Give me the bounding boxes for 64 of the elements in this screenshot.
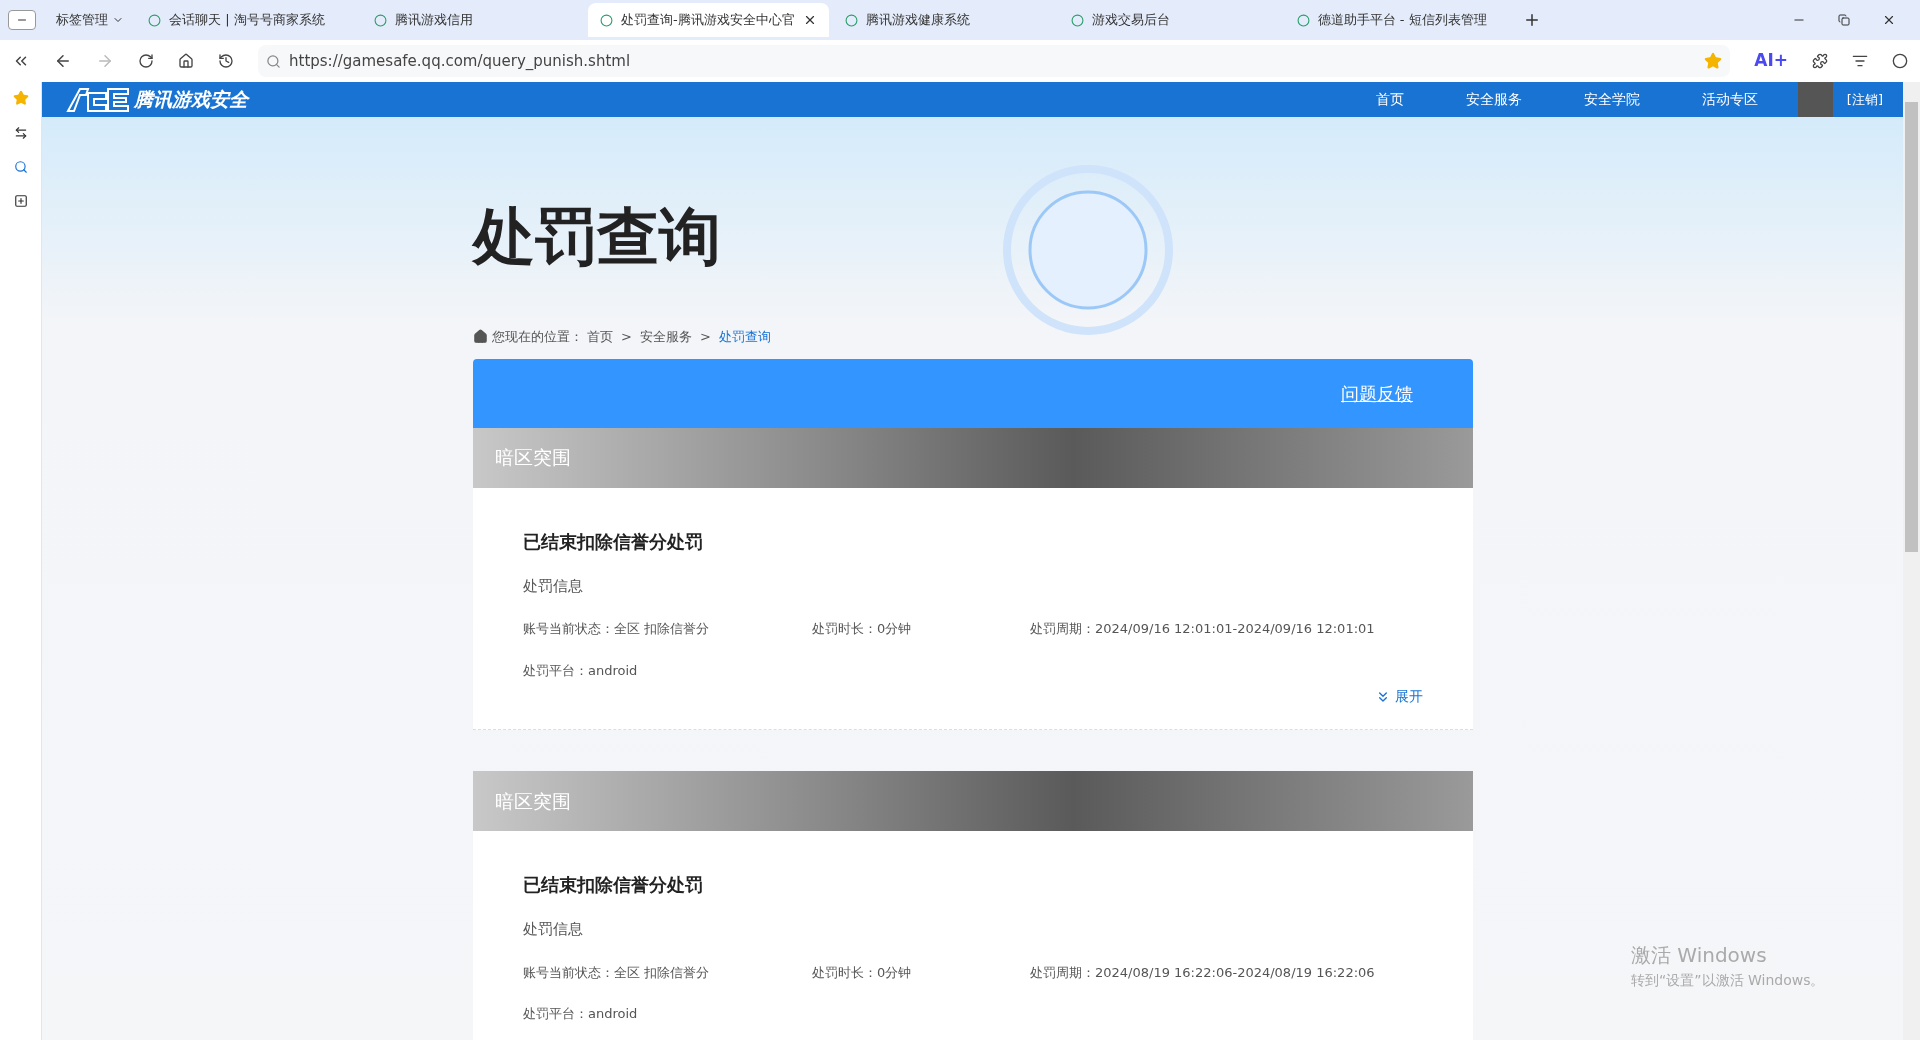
site-favicon [148,13,161,27]
back-icon[interactable] [54,52,72,70]
activation-subtitle: 转到“设置”以激活 Windows。 [1631,971,1825,990]
duration-text: 处罚时长：0分钟 [812,963,913,982]
breadcrumb-link[interactable]: 首页 [587,327,613,347]
close-icon[interactable] [1882,13,1896,27]
nav-link[interactable]: 首页 [1375,89,1404,110]
section-label: 处罚信息 [523,919,584,940]
home-icon [473,329,488,345]
nav-link[interactable]: 活动专区 [1701,89,1758,110]
breadcrumb-separator: > [621,328,632,346]
site-favicon [1070,13,1084,27]
tab-group-button[interactable]: 标签管理 [48,10,132,30]
site-favicon [600,13,613,27]
bookmark-star-icon[interactable] [1704,52,1723,70]
status-text: 账号当前状态：全区 扣除信誉分 [523,620,711,638]
breadcrumb-separator: > [699,328,711,346]
status-text: 账号当前状态：全区 扣除信誉分 [523,963,711,982]
avatar-photo [1797,82,1833,117]
search-icon[interactable] [13,160,28,174]
browser-tab[interactable]: 腾讯游戏信用 [362,3,584,37]
browser-tab[interactable]: 腾讯游戏健康系统 [832,3,1055,37]
site-favicon [374,13,387,27]
history-icon[interactable] [218,53,234,69]
section-label: 处罚信息 [523,575,584,597]
reading-list-icon[interactable] [1852,53,1868,69]
expand-button[interactable]: 展开 [1375,686,1423,707]
browser-tab[interactable]: 游戏交易后台 [1058,3,1281,37]
record-title: 已结束扣除信誉分处罚 [523,529,704,554]
duration-text: 处罚时长：0分钟 [812,620,913,638]
ai-button[interactable]: AI+ [1754,48,1788,74]
browser-tab[interactable]: 处罚查询-腾讯游戏安全中心官 [588,3,829,37]
activation-title: 激活 Windows [1631,942,1768,969]
profile-icon[interactable] [1892,53,1908,69]
logout-link[interactable]: [注销] [1846,89,1883,110]
period-text: 处罚周期：2024/09/16 12:01:01-2024/09/16 12:01:01 [1030,620,1375,638]
swap-icon[interactable] [13,126,28,140]
breadcrumb-label: 您现在的位置： [492,328,583,346]
home-icon[interactable] [178,53,194,69]
extensions-icon[interactable] [1812,53,1828,69]
game-name: 暗区突围 [495,788,571,814]
platform-text: 处罚平台：android [523,661,639,680]
game-name: 暗区突围 [495,445,571,471]
nav-link[interactable]: 安全学院 [1583,89,1640,110]
site-favicon [1296,13,1310,27]
period-text: 处罚周期：2024/08/19 16:22:06-2024/08/19 16:22:06 [1030,963,1375,982]
breadcrumb-link[interactable]: 安全服务 [639,327,692,347]
platform-text: 处罚平台：android [523,1005,639,1023]
scrollbar[interactable] [1903,82,1920,1040]
restore-icon[interactable] [1838,13,1850,27]
add-panel-icon[interactable] [13,194,28,208]
breadcrumb-link[interactable]: 处罚查询 [718,327,771,347]
ace-logo-icon [66,86,130,113]
search-icon [266,53,281,69]
page-title: 处罚查询 [473,199,722,275]
nav-link[interactable]: 安全服务 [1465,89,1522,110]
site-favicon [844,13,858,27]
sidebar-toggle-icon[interactable] [8,10,36,30]
address-field[interactable]: https://gamesafe.qq.com/query_punish.shtml [258,45,1731,77]
browser-tab[interactable]: 会话聊天 | 淘号号商家系统 [136,3,358,37]
browser-tab[interactable]: 德道助手平台 - 短信列表管理 [1284,3,1507,37]
record-title: 已结束扣除信誉分处罚 [523,873,704,897]
site-logo[interactable]: 腾讯游戏安全 [66,85,248,114]
reload-icon[interactable] [138,53,154,69]
